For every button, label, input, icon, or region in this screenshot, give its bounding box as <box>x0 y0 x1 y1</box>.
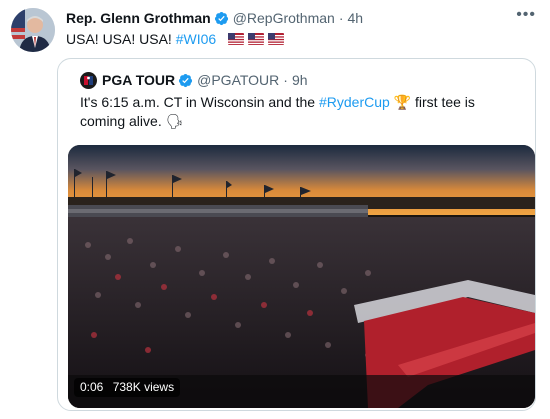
quoted-tweet-header: PGA TOUR @PGATOUR · 9h <box>80 71 308 89</box>
verified-badge-icon <box>179 73 193 87</box>
author-handle[interactable]: @RepGrothman <box>233 9 335 27</box>
tweet-header: Rep. Glenn Grothman @RepGrothman · 4h <box>66 9 363 27</box>
quoted-tweet[interactable]: PGA TOUR @PGATOUR · 9h It's 6:15 a.m. CT… <box>57 58 536 411</box>
us-flag-icon <box>267 33 284 45</box>
author-name[interactable]: Rep. Glenn Grothman <box>66 9 211 27</box>
us-flag-icon <box>247 33 264 45</box>
tweet-text: USA! USA! USA! #WI06 🇺🇸🇺🇸🇺🇸 <box>66 30 284 53</box>
pga-logo-icon <box>84 75 93 85</box>
quoted-tweet-text: It's 6:15 a.m. CT in Wisconsin and the #… <box>80 93 520 131</box>
quoted-author-name[interactable]: PGA TOUR <box>102 71 175 89</box>
more-options-icon[interactable]: ••• <box>516 6 536 24</box>
separator-dot: · <box>338 10 344 26</box>
tweet-time[interactable]: 4h <box>348 9 364 27</box>
hashtag-link[interactable]: #WI06 <box>176 31 216 47</box>
speaking-head-icon: 🗣 <box>165 113 184 129</box>
avatar[interactable] <box>11 8 55 52</box>
quoted-author-handle[interactable]: @PGATOUR <box>197 71 279 89</box>
tweet[interactable]: Rep. Glenn Grothman @RepGrothman · 4h ••… <box>0 0 550 419</box>
separator-dot: · <box>283 72 288 88</box>
us-flag-icon <box>227 33 244 45</box>
tweet-text-body: USA! USA! USA! <box>66 31 176 47</box>
verified-badge-icon <box>214 11 228 25</box>
pga-tour-logo <box>80 71 97 89</box>
trophy-icon: 🏆 <box>393 94 412 110</box>
avatar-image <box>11 8 55 52</box>
video-view-count: 738K views <box>112 380 175 394</box>
video-thumbnail <box>68 145 535 408</box>
video-duration: 0:06 <box>80 380 104 394</box>
ryder-cup-hashtag-link[interactable]: #RyderCup <box>319 94 390 110</box>
video-player[interactable]: 0:06 738K views <box>68 145 535 408</box>
quoted-tweet-time[interactable]: 9h <box>292 71 308 89</box>
video-stats-badge: 0:06 738K views <box>74 378 181 397</box>
quoted-text-part-1: It's 6:15 a.m. CT in Wisconsin and the <box>80 94 319 110</box>
